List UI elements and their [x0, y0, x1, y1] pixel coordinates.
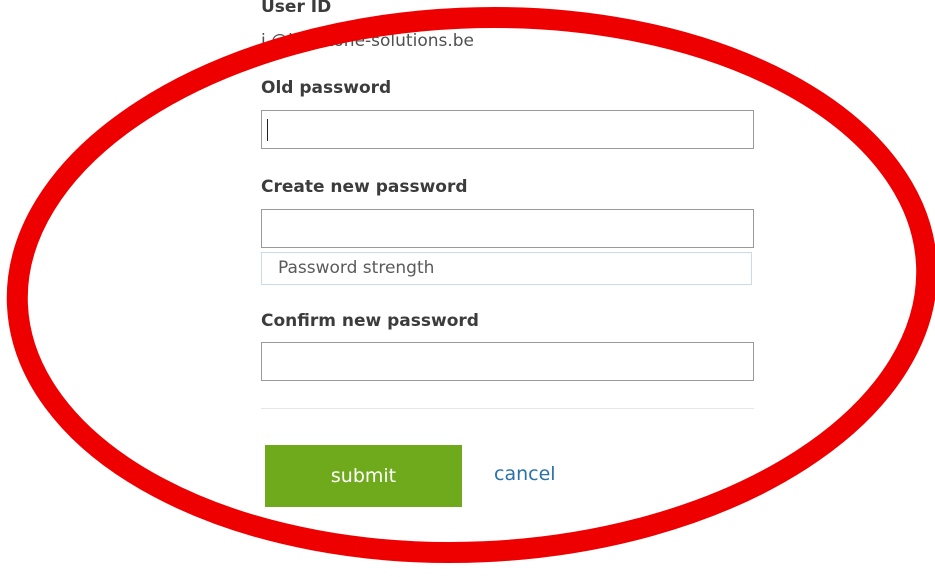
red-annotation-ellipse — [6, 7, 935, 563]
old-password-label: Old password — [261, 78, 392, 98]
cancel-link[interactable]: cancel — [494, 463, 556, 485]
new-password-field[interactable] — [261, 209, 754, 248]
password-strength-meter: Password strength — [261, 252, 752, 285]
old-password-field[interactable] — [261, 110, 754, 149]
submit-button[interactable]: submit — [265, 445, 462, 507]
user-id-label: User ID — [261, 0, 332, 17]
text-cursor — [267, 119, 268, 141]
password-change-form: User ID i @keystone-solutions.be Old pas… — [0, 0, 935, 577]
confirm-password-field[interactable] — [261, 342, 754, 381]
divider — [261, 408, 754, 409]
annotation-ellipse-stroke — [6, 7, 935, 563]
new-password-label: Create new password — [261, 177, 468, 197]
password-strength-text: Password strength — [278, 258, 435, 278]
user-id-value: i @keystone-solutions.be — [261, 31, 475, 51]
confirm-password-label: Confirm new password — [261, 311, 479, 331]
